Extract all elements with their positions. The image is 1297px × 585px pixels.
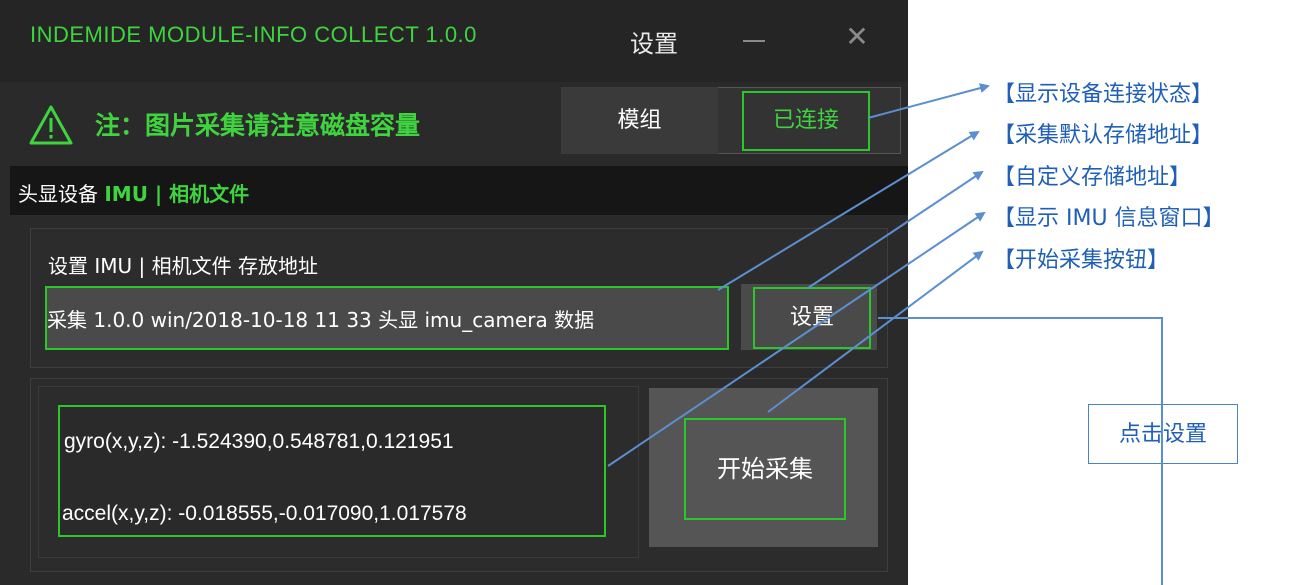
arrow-default-path	[717, 130, 980, 291]
arrow-start-button	[767, 250, 984, 413]
arrow-connection-status	[867, 83, 990, 119]
arrow-imu-window	[607, 211, 986, 467]
connector-click-settings	[878, 317, 1163, 585]
annotation-arrows	[607, 83, 1163, 585]
